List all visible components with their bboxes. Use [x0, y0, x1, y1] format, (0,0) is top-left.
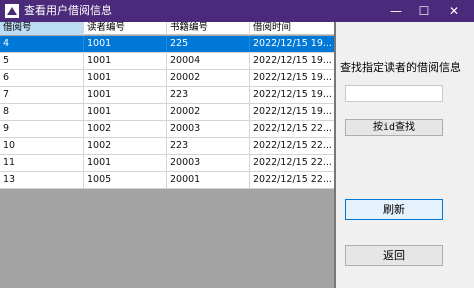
- table-cell: 1001: [84, 87, 167, 103]
- maximize-button[interactable]: ☐: [410, 0, 438, 22]
- back-button[interactable]: 返回: [345, 245, 443, 266]
- table-row[interactable]: 9 1002 20003 2022/12/15 22...: [0, 121, 334, 138]
- table-cell: 225: [167, 36, 250, 52]
- table-cell: 7: [0, 87, 84, 103]
- table-row[interactable]: 11 1001 20003 2022/12/15 22...: [0, 155, 334, 172]
- table-cell: 1001: [84, 36, 167, 52]
- search-by-id-button[interactable]: 按id查找: [345, 119, 443, 136]
- table-cell: 1001: [84, 53, 167, 69]
- table-cell: 20002: [167, 70, 250, 86]
- table-cell: 6: [0, 70, 84, 86]
- table-cell: 1005: [84, 172, 167, 188]
- table-row[interactable]: 7 1001 223 2022/12/15 19...: [0, 87, 334, 104]
- table-cell: 1001: [84, 104, 167, 120]
- column-header-book-id[interactable]: 书籍编号: [167, 22, 250, 35]
- table-cell: 20003: [167, 121, 250, 137]
- table-cell: 2022/12/15 22...: [253, 140, 332, 151]
- table-cell: 13: [0, 172, 84, 188]
- table-row[interactable]: 4 1001 225 2022/12/15 19...: [0, 36, 334, 53]
- table-cell: 20001: [167, 172, 250, 188]
- table-cell: 2022/12/15 22...: [253, 157, 332, 168]
- table-cell: 1001: [84, 155, 167, 171]
- close-button[interactable]: ✕: [440, 0, 468, 22]
- table-cell: 9: [0, 121, 84, 137]
- table-cell: 2022/12/15 19...: [253, 106, 332, 117]
- table-cell: 2022/12/15 19...: [253, 72, 332, 83]
- column-header-reader-id[interactable]: 读者编号: [84, 22, 167, 35]
- table-cell: 4: [0, 36, 84, 52]
- table-cell: 223: [167, 138, 250, 154]
- table-cell: 2022/12/15 22...: [253, 174, 332, 185]
- table-cell: 1001: [84, 70, 167, 86]
- table-row[interactable]: 10 1002 223 2022/12/15 22...: [0, 138, 334, 155]
- column-header-borrow-time[interactable]: 借阅时间: [250, 22, 334, 35]
- search-panel: 查找指定读者的借阅信息 按id查找 刷新 返回: [336, 22, 474, 288]
- app-icon: [5, 4, 19, 18]
- table-cell: 20004: [167, 53, 250, 69]
- minimize-button[interactable]: —: [382, 0, 410, 22]
- borrow-records-table[interactable]: 借阅号 读者编号 书籍编号 借阅时间 4 1001 225 2022/12/15 19…: [0, 22, 334, 288]
- reader-id-input[interactable]: [345, 85, 443, 102]
- table-cell: 2022/12/15 22...: [253, 123, 332, 134]
- table-cell: 1002: [84, 138, 167, 154]
- column-header-borrow-id[interactable]: 借阅号: [0, 22, 84, 35]
- table-cell: 1002: [84, 121, 167, 137]
- refresh-button[interactable]: 刷新: [345, 199, 443, 220]
- table-cell: 20003: [167, 155, 250, 171]
- table-cell: 11: [0, 155, 84, 171]
- table-cell: 2022/12/15 19...: [253, 55, 332, 66]
- table-header: 借阅号 读者编号 书籍编号 借阅时间: [0, 22, 334, 35]
- table-cell: 2022/12/15 19...: [253, 89, 332, 100]
- table-row[interactable]: 6 1001 20002 2022/12/15 19...: [0, 70, 334, 87]
- title-bar: 查看用户借阅信息 — ☐ ✕: [0, 0, 474, 22]
- search-label: 查找指定读者的借阅信息: [340, 61, 461, 74]
- window-title: 查看用户借阅信息: [24, 4, 112, 17]
- table-cell: 8: [0, 104, 84, 120]
- table-cell: 223: [167, 87, 250, 103]
- table-cell: 20002: [167, 104, 250, 120]
- table-cell: 2022/12/15 19...: [253, 38, 332, 49]
- table-cell: 10: [0, 138, 84, 154]
- table-row[interactable]: 5 1001 20004 2022/12/15 19...: [0, 53, 334, 70]
- table-cell: 5: [0, 53, 84, 69]
- table-row[interactable]: 13 1005 20001 2022/12/15 22...: [0, 172, 334, 189]
- table-row[interactable]: 8 1001 20002 2022/12/15 19...: [0, 104, 334, 121]
